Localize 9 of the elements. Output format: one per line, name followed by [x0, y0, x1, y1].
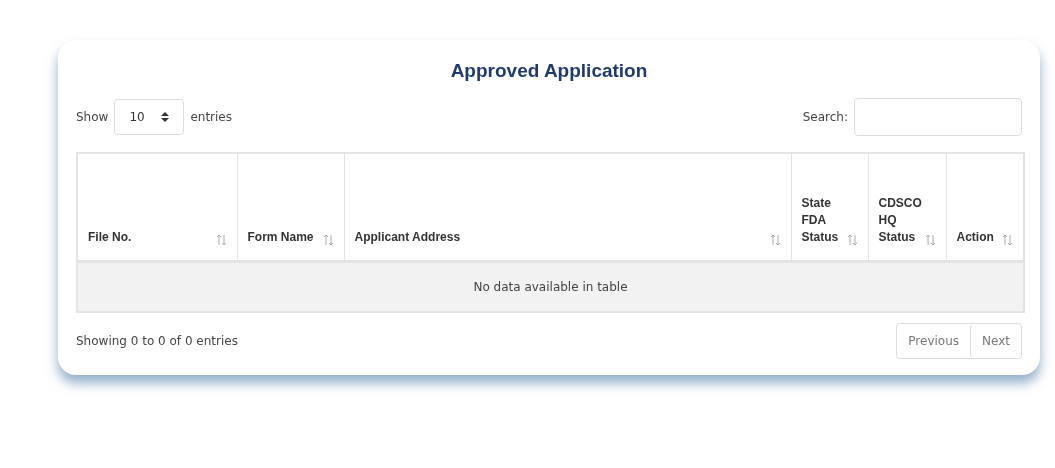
entries-select[interactable]: 10	[114, 99, 185, 135]
page-title: Approved Application	[449, 60, 649, 82]
entries-label: entries	[190, 110, 232, 124]
table-info: Showing 0 to 0 of 0 entries	[76, 334, 238, 348]
empty-message: No data available in table	[77, 261, 1024, 312]
caret-icon	[161, 112, 170, 122]
search-label: Search:	[802, 110, 848, 124]
show-label: Show	[76, 110, 109, 124]
search-field[interactable]	[854, 98, 1022, 136]
